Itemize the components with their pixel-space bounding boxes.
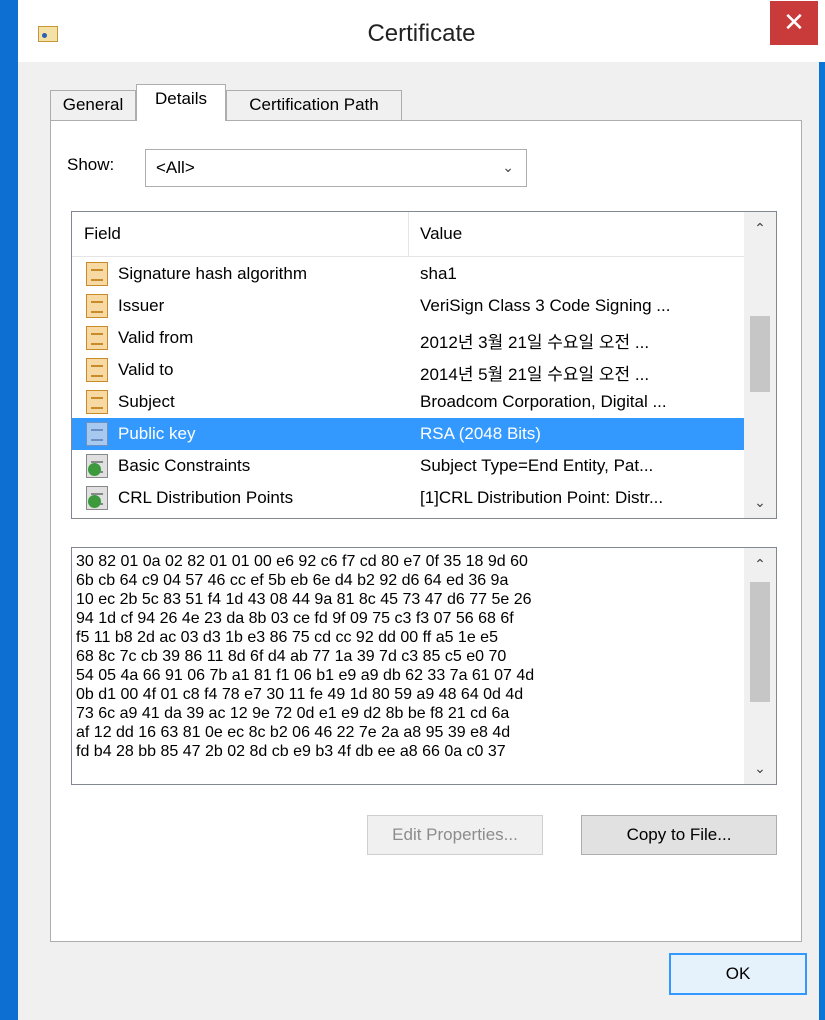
certificate-field-icon [86, 358, 108, 382]
row-value: Subject Type=End Entity, Pat... [420, 456, 654, 475]
show-selected-value: <All> [156, 158, 195, 177]
list-row[interactable]: Basic Constraints Subject Type=End Entit… [72, 450, 744, 482]
hex-line: 10 ec 2b 5c 83 51 f4 1d 43 08 44 9a 81 8… [76, 591, 532, 608]
list-header: Field Value [72, 212, 744, 257]
row-field: Public key [118, 424, 196, 443]
tab-certification-path[interactable]: Certification Path [226, 90, 402, 120]
list-row[interactable]: Subject Broadcom Corporation, Digital ..… [72, 386, 744, 418]
show-dropdown[interactable]: <All> ⌄ [145, 149, 527, 187]
scrollbar-thumb[interactable] [750, 582, 770, 702]
row-field: Subject [118, 392, 175, 411]
hex-line: 30 82 01 0a 02 82 01 01 00 e6 92 c6 f7 c… [76, 553, 528, 570]
column-header-field[interactable]: Field [84, 212, 121, 256]
row-value: 2012년 3월 21일 수요일 오전 ... [420, 333, 650, 352]
extension-field-icon [86, 454, 108, 478]
value-scrollbar[interactable]: ⌃ ⌄ [744, 548, 776, 784]
row-field: Basic Constraints [118, 456, 251, 475]
row-field: Issuer [118, 296, 165, 315]
field-list[interactable]: Field Value Signature hash algorithm sha… [71, 211, 777, 519]
tab-details[interactable]: Details [136, 84, 226, 121]
hex-line: 0b d1 00 4f 01 c8 f4 78 e7 30 11 fe 49 1… [76, 686, 524, 703]
hex-line: 94 1d cf 94 26 4e 23 da 8b 03 ce fd 9f 0… [76, 610, 514, 627]
hex-line: 54 05 4a 66 91 06 7b a1 81 f1 06 b1 e9 a… [76, 667, 535, 684]
row-value: [1]CRL Distribution Point: Distr... [420, 488, 664, 507]
chevron-up-icon[interactable]: ⌃ [744, 548, 776, 580]
extension-field-icon [86, 486, 108, 510]
close-button[interactable]: ✕ [770, 1, 818, 45]
copy-to-file-button[interactable]: Copy to File... [581, 815, 777, 855]
column-header-value[interactable]: Value [420, 212, 462, 256]
column-divider[interactable] [408, 212, 409, 256]
certificate-field-icon [86, 262, 108, 286]
row-field: CRL Distribution Points [118, 488, 294, 507]
certificate-dialog: Certificate ✕ General Details Certificat… [18, 0, 825, 1020]
row-value: sha1 [420, 264, 457, 283]
edit-properties-button[interactable]: Edit Properties... [367, 815, 543, 855]
row-value: VeriSign Class 3 Code Signing ... [420, 296, 671, 315]
hex-line: f5 11 b8 2d ac 03 d3 1b e3 86 75 cd cc 9… [76, 629, 498, 646]
row-value: Broadcom Corporation, Digital ... [420, 392, 667, 411]
hex-line: af 12 dd 16 63 81 0e ec 8c b2 06 46 22 7… [76, 724, 511, 741]
row-field: Valid to [118, 360, 174, 379]
certificate-field-icon [86, 422, 108, 446]
show-label: Show: [67, 155, 115, 174]
hex-line: 68 8c 7c cb 39 86 11 8d 6f d4 ab 77 1a 3… [76, 648, 507, 665]
list-row[interactable]: Signature hash algorithm sha1 [72, 258, 744, 290]
hex-line: 6b cb 64 c9 04 57 46 cc ef 5b eb 6e d4 b… [76, 572, 509, 589]
certificate-field-icon [86, 294, 108, 318]
certificate-field-icon [86, 326, 108, 350]
title-bar: Certificate ✕ [18, 0, 825, 62]
scrollbar-thumb[interactable] [750, 316, 770, 392]
tab-general[interactable]: General [50, 90, 136, 120]
list-row[interactable]: Valid from 2012년 3월 21일 수요일 오전 ... [72, 322, 744, 354]
list-row[interactable]: Issuer VeriSign Class 3 Code Signing ... [72, 290, 744, 322]
certificate-field-icon [86, 390, 108, 414]
row-value: 2014년 5월 21일 수요일 오전 ... [420, 365, 650, 384]
row-field: Valid from [118, 328, 194, 347]
value-text-area[interactable]: 30 82 01 0a 02 82 01 01 00 e6 92 c6 f7 c… [71, 547, 777, 785]
window-title: Certificate [367, 20, 476, 47]
row-field: Signature hash algorithm [118, 264, 308, 283]
hex-line: 73 6c a9 41 da 39 ac 12 9e 72 0d e1 e9 d… [76, 705, 510, 722]
list-row-selected[interactable]: Public key RSA (2048 Bits) [72, 418, 744, 450]
list-row[interactable]: CRL Distribution Points [1]CRL Distribut… [72, 482, 744, 514]
chevron-down-icon: ⌄ [502, 159, 514, 175]
details-panel: Show: <All> ⌄ Field Value Signature hash… [50, 120, 802, 942]
list-row[interactable]: Valid to 2014년 5월 21일 수요일 오전 ... [72, 354, 744, 386]
row-value: RSA (2048 Bits) [420, 424, 541, 443]
chevron-up-icon[interactable]: ⌃ [744, 212, 776, 244]
chevron-down-icon[interactable]: ⌄ [744, 486, 776, 518]
chevron-down-icon[interactable]: ⌄ [744, 752, 776, 784]
field-list-scrollbar[interactable]: ⌃ ⌄ [744, 212, 776, 518]
dialog-body: General Details Certification Path Show:… [18, 62, 819, 1020]
ok-button[interactable]: OK [669, 953, 807, 995]
hex-line: fd b4 28 bb 85 47 2b 02 8d cb e9 b3 4f d… [76, 743, 506, 760]
